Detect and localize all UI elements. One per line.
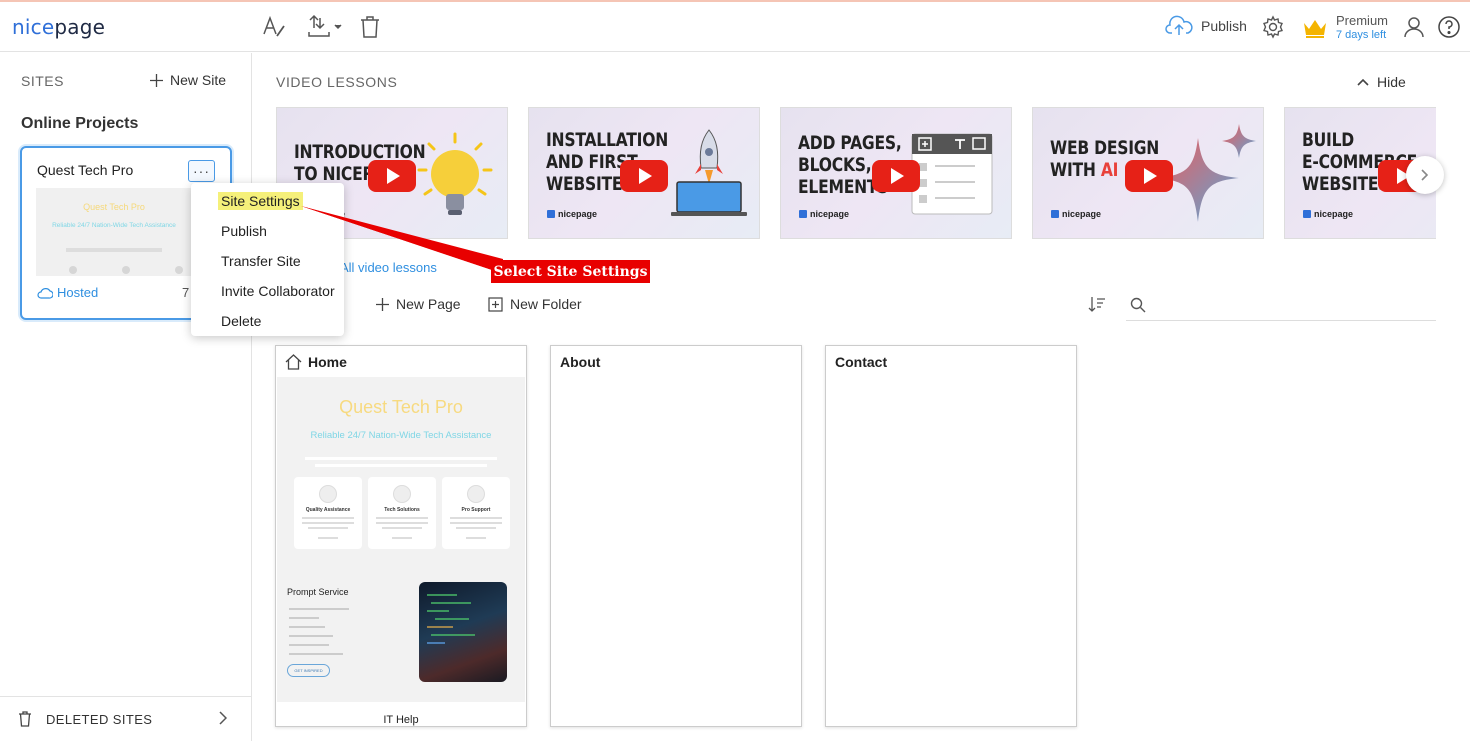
publish-button[interactable]: Publish <box>1165 15 1247 37</box>
gear-icon[interactable] <box>1258 12 1288 42</box>
trash-icon[interactable] <box>355 12 385 42</box>
rocket-laptop-icon <box>671 129 747 216</box>
online-projects-title: Online Projects <box>21 115 139 132</box>
search-input[interactable] <box>1154 294 1424 316</box>
page-blocks-icon <box>911 133 993 215</box>
menu-item-invite-collaborator[interactable]: Invite Collaborator <box>221 283 335 299</box>
page-card-home[interactable]: Home Quest Tech Pro Reliable 24/7 Nation… <box>275 345 527 727</box>
app-header: nicepage Publish Premium 7 days left <box>0 2 1470 52</box>
page-title: Home <box>308 354 347 370</box>
sort-icon[interactable] <box>1088 296 1106 317</box>
site-thumbnail[interactable]: Quest Tech Pro Reliable 24/7 Nation-Wide… <box>36 188 192 276</box>
new-folder-button[interactable]: New Folder <box>488 296 582 312</box>
trash-icon <box>19 711 31 727</box>
text-style-icon[interactable] <box>258 12 288 42</box>
hosted-status: Hosted <box>37 285 98 300</box>
import-export-icon[interactable] <box>305 12 345 42</box>
site-name: Quest Tech Pro <box>37 162 134 178</box>
lightbulb-icon <box>417 132 493 215</box>
video-lesson-card[interactable]: WEB DESIGN WITH AI nicepage <box>1032 107 1264 239</box>
video-lesson-card[interactable]: ADD PAGES, BLOCKS, ELEMENTS nicepage <box>780 107 1012 239</box>
home-icon <box>285 354 302 370</box>
cloud-icon <box>37 287 53 299</box>
video-lesson-card[interactable]: INSTALLATION AND FIRST WEBSITE nicepage <box>528 107 760 239</box>
new-site-button[interactable]: New Site <box>150 72 226 88</box>
nicepage-logo[interactable]: nicepage <box>12 15 105 39</box>
deleted-sites-link[interactable]: DELETED SITES <box>0 696 251 741</box>
plus-icon <box>150 73 163 87</box>
carousel-next-button[interactable] <box>1406 156 1444 194</box>
video-lessons-label: VIDEO LESSONS <box>276 74 398 90</box>
premium-label: Premium <box>1336 13 1389 28</box>
search-icon <box>1130 297 1146 313</box>
chevron-right-icon <box>1421 169 1429 181</box>
site-page-count: 7 <box>182 285 190 300</box>
premium-badge[interactable]: Premium 7 days left <box>1302 14 1388 42</box>
folder-plus-icon <box>488 296 503 312</box>
page-card-contact[interactable]: Contact <box>825 345 1077 727</box>
play-icon <box>368 160 416 192</box>
code-screen-image <box>419 582 507 682</box>
user-icon[interactable] <box>1399 12 1429 42</box>
page-search <box>1126 290 1436 321</box>
sites-sidebar: SITES New Site Online Projects Quest Tec… <box>0 53 252 741</box>
page-title: About <box>560 354 601 370</box>
hide-lessons-button[interactable]: Hide <box>1357 74 1406 90</box>
chevron-up-icon <box>1357 78 1369 86</box>
menu-item-site-settings[interactable]: Site Settings <box>218 192 303 210</box>
play-icon <box>620 160 668 192</box>
site-context-menu: Site Settings Publish Transfer Site Invi… <box>191 183 344 336</box>
page-title: Contact <box>835 354 888 370</box>
premium-days-left: 7 days left <box>1336 29 1387 41</box>
page-card-about[interactable]: About <box>550 345 802 727</box>
annotation-callout: Select Site Settings <box>491 260 650 283</box>
cloud-upload-icon <box>1165 15 1193 35</box>
sites-label: SITES <box>21 73 64 89</box>
menu-item-delete[interactable]: Delete <box>221 313 261 329</box>
play-icon <box>1125 160 1173 192</box>
page-preview: Quest Tech Pro Reliable 24/7 Nation-Wide… <box>277 377 525 702</box>
more-options-button[interactable]: ··· <box>188 160 215 182</box>
menu-item-transfer-site[interactable]: Transfer Site <box>221 253 301 269</box>
chevron-right-icon <box>219 711 227 725</box>
all-video-lessons-link[interactable]: All video lessons <box>340 260 437 275</box>
crown-icon <box>1304 20 1326 38</box>
help-icon[interactable] <box>1434 12 1464 42</box>
new-page-button[interactable]: New Page <box>376 296 461 312</box>
menu-item-publish[interactable]: Publish <box>221 223 267 239</box>
plus-icon <box>376 297 389 311</box>
play-icon <box>872 160 920 192</box>
